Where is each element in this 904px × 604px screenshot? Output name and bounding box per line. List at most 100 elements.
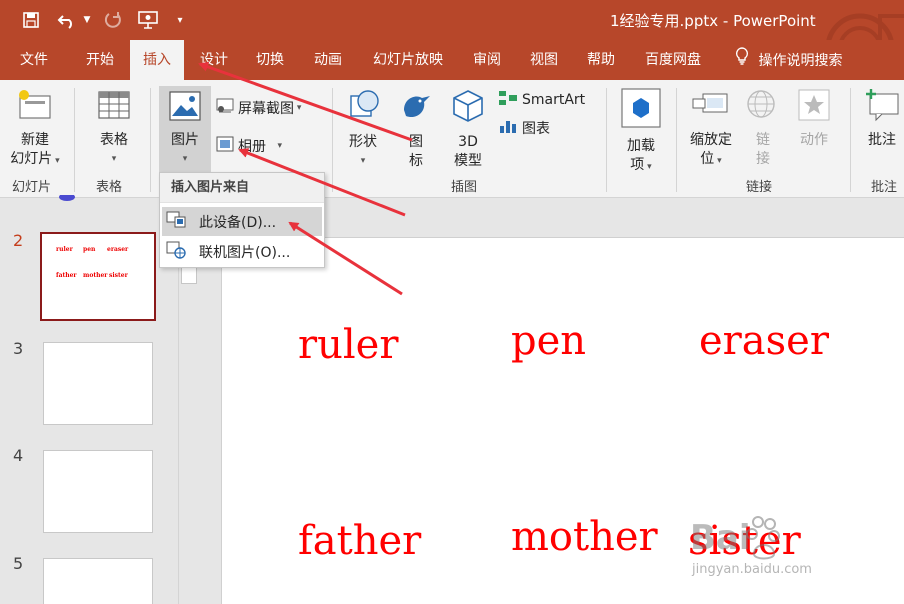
- redo-icon[interactable]: [100, 8, 126, 32]
- new-slide-button[interactable]: 新建 幻灯片 ▾: [4, 88, 66, 171]
- action-button[interactable]: 动作: [790, 88, 838, 150]
- zoom-label-2: 位: [700, 151, 715, 167]
- slide-thumbnail-2[interactable]: ruler pen eraser father mother sister: [40, 232, 156, 321]
- chart-icon: [498, 118, 518, 138]
- tab-insert[interactable]: 插入: [130, 40, 184, 80]
- chart-button[interactable]: 图表: [498, 118, 550, 138]
- window-title: 1经验专用.pptx - PowerPoint: [610, 10, 816, 31]
- watermark-logo-text: Bai: [690, 518, 751, 558]
- addins-label-1: 加载: [627, 138, 655, 154]
- thumb-word: eraser: [107, 246, 129, 253]
- zoom-label-1: 缩放定: [690, 132, 732, 148]
- shapes-button[interactable]: 形状 ▾: [338, 88, 388, 171]
- insert-picture-menu: 插入图片来自 此设备(D)... 联机图片(O)...: [159, 172, 325, 268]
- slide-word-mother[interactable]: mother: [511, 514, 658, 560]
- smartart-label: SmartArt: [522, 92, 586, 108]
- group-separator: [332, 88, 333, 192]
- title-bar: ▼ ▾ 1经验专用.pptx - PowerPoint: [0, 0, 904, 80]
- new-slide-icon: [4, 88, 66, 128]
- tab-help[interactable]: 帮助: [577, 40, 625, 80]
- group-label-tables: 表格: [96, 180, 123, 195]
- tab-view[interactable]: 视图: [520, 40, 568, 80]
- tab-file[interactable]: 文件: [8, 40, 60, 80]
- app-name: PowerPoint: [733, 12, 816, 30]
- baidu-logo: Bai: [690, 510, 780, 568]
- group-separator: [74, 88, 75, 192]
- addins-button[interactable]: 加载 项 ▾: [614, 88, 668, 177]
- shapes-label: 形状: [349, 134, 377, 150]
- slide-word-ruler[interactable]: ruler: [298, 322, 398, 368]
- zoom-icon: [682, 88, 740, 128]
- photo-album-button[interactable]: 相册 ▾: [216, 136, 282, 156]
- thumb-word: mother: [83, 272, 108, 279]
- link-label-2: 接: [756, 151, 770, 167]
- tell-me-label: 操作说明搜索: [758, 53, 843, 69]
- group-separator: [850, 88, 851, 192]
- store-icon: [614, 88, 668, 134]
- tell-me-search[interactable]: 操作说明搜索: [734, 40, 842, 80]
- group-label-comments: 批注: [871, 180, 898, 195]
- tab-review[interactable]: 审阅: [463, 40, 511, 80]
- group-label-illustrations: 插图: [451, 180, 478, 195]
- icons-label-2: 标: [409, 153, 423, 169]
- customize-qat-icon[interactable]: ▾: [172, 8, 188, 32]
- undo-dropdown-icon[interactable]: ▼: [80, 8, 94, 32]
- addins-label-2: 项: [630, 157, 645, 173]
- slide-thumbnail-4[interactable]: [43, 450, 153, 533]
- group-separator: [150, 88, 151, 192]
- slide-number: 2: [13, 231, 24, 250]
- this-device-label: 此设备(D)...: [199, 214, 277, 231]
- tab-animations[interactable]: 动画: [301, 40, 355, 80]
- screenshot-label: 屏幕截图: [238, 101, 294, 117]
- tab-slideshow[interactable]: 幻灯片放映: [364, 40, 452, 80]
- 3d-models-label-1: 3D: [458, 134, 478, 150]
- screenshot-button[interactable]: 屏幕截图 ▾: [216, 98, 301, 118]
- table-button[interactable]: 表格 ▾: [86, 88, 142, 169]
- comment-button[interactable]: 批注: [862, 88, 902, 150]
- zoom-button[interactable]: 缩放定 位 ▾: [682, 88, 740, 171]
- link-button[interactable]: 链 接: [742, 88, 784, 169]
- group-label-links: 链接: [746, 180, 773, 195]
- tab-home[interactable]: 开始: [74, 40, 126, 80]
- slide-thumbnail-5[interactable]: [43, 558, 153, 604]
- comment-label: 批注: [868, 132, 896, 148]
- slide-thumbnail-3[interactable]: [43, 342, 153, 425]
- slide-number: 4: [13, 446, 24, 465]
- slide-word-pen[interactable]: pen: [511, 318, 586, 364]
- link-globe-icon: [742, 88, 784, 128]
- group-separator: [676, 88, 677, 192]
- tab-transitions[interactable]: 切换: [244, 40, 296, 80]
- group-label-slides: 幻灯片: [12, 180, 52, 195]
- powerpoint-window: ▼ ▾ 1经验专用.pptx - PowerPoint 文件 开始 插入 设计 …: [0, 0, 904, 604]
- online-pictures-menu-item[interactable]: 联机图片(O)...: [162, 237, 322, 266]
- shapes-icon: [338, 88, 388, 130]
- save-icon[interactable]: [18, 8, 44, 32]
- document-name: 1经验专用.pptx: [610, 12, 719, 30]
- tab-baidu-netdisk[interactable]: 百度网盘: [636, 40, 710, 80]
- smartart-button[interactable]: SmartArt: [498, 90, 585, 110]
- screenshot-icon: [216, 98, 234, 118]
- action-label: 动作: [800, 132, 828, 148]
- slide-word-eraser[interactable]: eraser: [699, 318, 829, 364]
- slide-1-partial-icon: [59, 195, 75, 201]
- pictures-button[interactable]: 图片 ▾: [159, 86, 211, 172]
- thumb-word: father: [56, 272, 77, 279]
- table-label: 表格: [100, 132, 128, 148]
- insert-picture-header: 插入图片来自: [160, 173, 324, 203]
- photo-album-icon: [216, 136, 234, 156]
- picture-icon: [159, 90, 211, 128]
- lightbulb-icon: [734, 40, 754, 80]
- action-star-icon: [790, 88, 838, 128]
- slide-canvas[interactable]: ruler pen eraser father mother sister: [221, 237, 904, 604]
- icons-button[interactable]: 图 标: [394, 88, 438, 171]
- chart-label: 图表: [522, 121, 550, 137]
- smartart-icon: [498, 90, 518, 110]
- online-pictures-label: 联机图片(O)...: [199, 244, 291, 261]
- slide-word-father[interactable]: father: [298, 518, 421, 564]
- ribbon-tabs: 文件 开始 插入 设计 切换 动画 幻灯片放映 审阅 视图 帮助 百度网盘 操作…: [0, 40, 904, 80]
- tab-design[interactable]: 设计: [188, 40, 240, 80]
- present-from-start-icon[interactable]: [134, 8, 162, 32]
- undo-icon[interactable]: [54, 8, 80, 32]
- this-device-menu-item[interactable]: 此设备(D)...: [162, 207, 322, 236]
- 3d-models-button[interactable]: 3D 模型: [444, 88, 492, 171]
